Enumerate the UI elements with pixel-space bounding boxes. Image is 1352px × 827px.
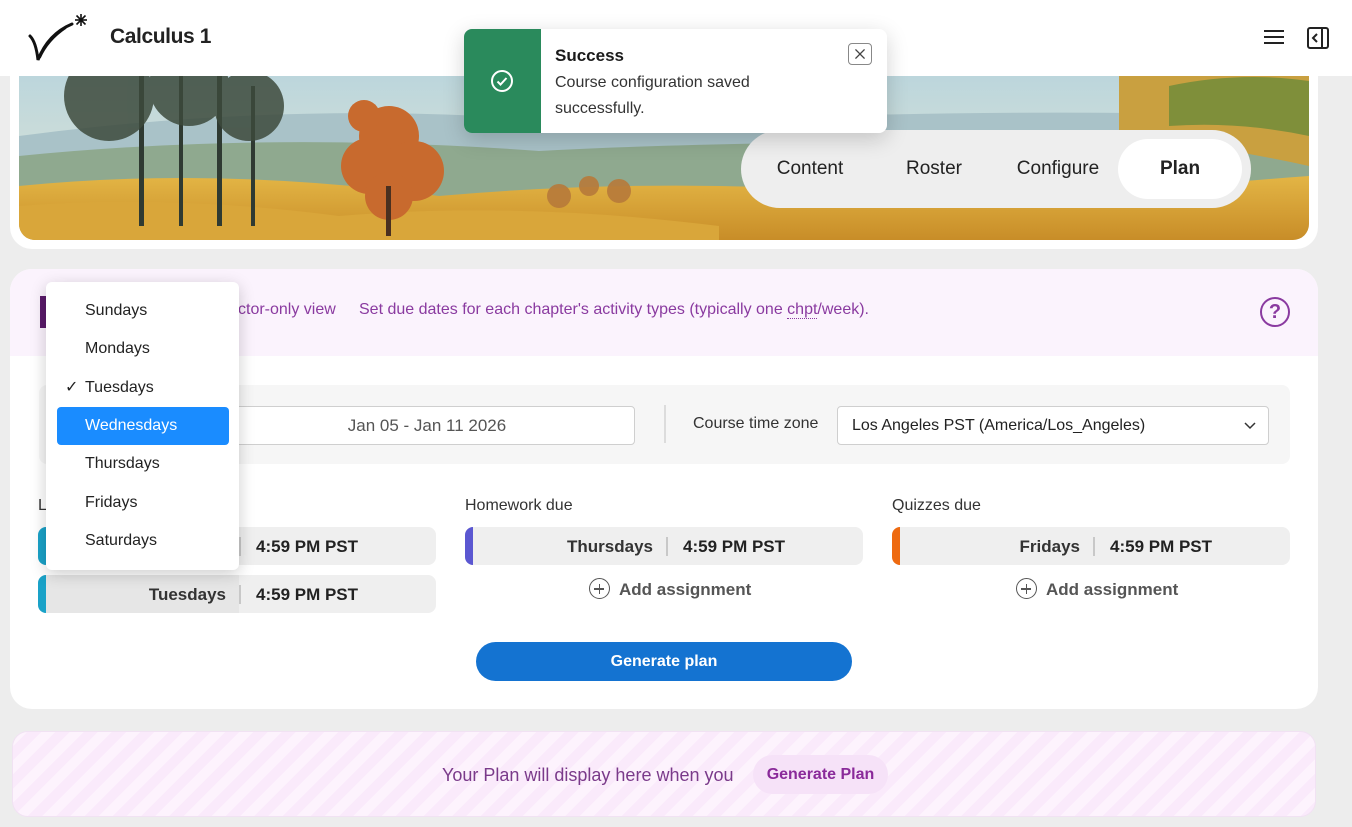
quizzes-due-label: Quizzes due bbox=[892, 497, 981, 514]
instructor-only-label: ctor-only view bbox=[238, 301, 336, 318]
homework-add-assignment-button[interactable]: Add assignment bbox=[589, 578, 751, 600]
lecture-day-select[interactable]: Tuesdays bbox=[46, 575, 239, 613]
quiz-due-day[interactable]: Fridays bbox=[1020, 537, 1080, 557]
week-range-field[interactable]: Jan 05 - Jan 11 2026 bbox=[219, 406, 635, 445]
app-logo-icon[interactable] bbox=[26, 12, 90, 64]
toast-title: Success bbox=[555, 46, 624, 65]
homework-due-day[interactable]: Thursdays bbox=[567, 537, 653, 557]
timezone-select[interactable]: Los Angeles PST (America/Los_Angeles) bbox=[837, 406, 1269, 445]
timezone-value: Los Angeles PST (America/Los_Angeles) bbox=[852, 417, 1146, 434]
day-option-sundays[interactable]: Sundays bbox=[57, 292, 229, 330]
day-option-mondays[interactable]: Mondays bbox=[57, 330, 229, 368]
lecture-due-time: 4:59 PM PST bbox=[256, 585, 359, 604]
lecture-due-time: 4:59 PM PST bbox=[256, 537, 359, 556]
generate-plan-link-button[interactable]: Generate Plan bbox=[753, 755, 888, 794]
tab-content[interactable]: Content bbox=[751, 139, 869, 199]
separator bbox=[1093, 537, 1095, 556]
lecture-due-row[interactable]: Tuesdays 4:59 PM PST bbox=[38, 575, 436, 613]
homework-due-time[interactable]: 4:59 PM PST bbox=[683, 537, 785, 557]
plan-description: Set due dates for each chapter's activit… bbox=[359, 301, 869, 319]
homework-color-bar bbox=[465, 527, 473, 565]
toast-status-bar bbox=[464, 29, 541, 133]
separator bbox=[666, 537, 668, 556]
plus-circle-icon bbox=[589, 578, 610, 599]
success-toast: Success Course configuration saved succe… bbox=[464, 29, 887, 133]
toast-message: Course configuration saved successfully. bbox=[555, 74, 750, 117]
separator bbox=[239, 585, 241, 604]
day-option-saturdays[interactable]: Saturdays bbox=[57, 522, 229, 560]
day-option-thursdays[interactable]: Thursdays bbox=[57, 445, 229, 483]
placeholder-text: Your Plan will display here when you bbox=[442, 765, 734, 785]
day-option-wednesdays[interactable]: Wednesdays bbox=[57, 407, 229, 445]
quiz-color-bar bbox=[892, 527, 900, 565]
course-title: Calculus 1 bbox=[110, 25, 212, 48]
lecture-color-bar bbox=[38, 575, 46, 613]
chevron-down-icon bbox=[1244, 422, 1256, 430]
day-option-tuesdays[interactable]: ✓ Tuesdays bbox=[57, 369, 229, 407]
day-option-fridays[interactable]: Fridays bbox=[57, 484, 229, 522]
timezone-label: Course time zone bbox=[693, 415, 819, 432]
homework-due-row[interactable]: Thursdays 4:59 PM PST bbox=[465, 527, 863, 565]
quiz-add-assignment-button[interactable]: Add assignment bbox=[1016, 578, 1178, 600]
chpt-abbreviation: chpt bbox=[787, 301, 818, 319]
hamburger-menu-icon[interactable] bbox=[1262, 26, 1286, 48]
lecture-due-day: Tuesdays bbox=[148, 585, 226, 604]
quiz-due-row[interactable]: Fridays 4:59 PM PST bbox=[892, 527, 1290, 565]
tab-plan[interactable]: Plan bbox=[1118, 139, 1242, 199]
help-icon[interactable]: ? bbox=[1260, 297, 1290, 327]
lecture-color-bar bbox=[38, 527, 46, 565]
plus-circle-icon bbox=[1016, 578, 1037, 599]
quiz-due-time[interactable]: 4:59 PM PST bbox=[1110, 537, 1212, 557]
divider bbox=[664, 405, 666, 443]
generate-plan-button[interactable]: Generate plan bbox=[476, 642, 852, 681]
check-circle-icon bbox=[491, 70, 513, 92]
separator bbox=[239, 537, 241, 556]
close-icon[interactable] bbox=[848, 43, 872, 65]
homework-due-label: Homework due bbox=[465, 497, 573, 514]
tab-roster[interactable]: Roster bbox=[875, 139, 993, 199]
plan-placeholder: Your Plan will display here when you Gen… bbox=[12, 731, 1316, 817]
tab-configure[interactable]: Configure bbox=[999, 139, 1117, 199]
checkmark-icon: ✓ bbox=[65, 379, 79, 396]
day-dropdown: Sundays Mondays ✓ Tuesdays Wednesdays Thu… bbox=[46, 282, 239, 570]
side-panel-icon[interactable] bbox=[1306, 26, 1330, 50]
course-tabs: Content Roster Configure Plan bbox=[741, 130, 1251, 208]
